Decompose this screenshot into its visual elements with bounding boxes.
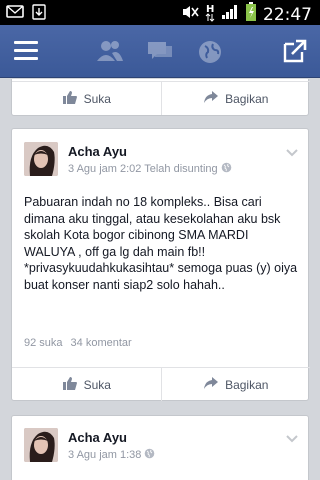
share-arrow-icon [203, 90, 219, 107]
chevron-down-icon[interactable] [286, 430, 298, 448]
like-button[interactable]: Suka [12, 368, 161, 401]
post-actions: Suka Bagikan [12, 81, 310, 115]
status-left-icons [6, 4, 46, 25]
news-feed: Suka Bagikan Acha Ayu 3 Agu jam 2:02 Tel… [0, 79, 320, 480]
like-label: Suka [83, 377, 111, 392]
network-label: H [206, 4, 214, 15]
post-card-previous: Suka Bagikan [11, 79, 310, 116]
share-label: Bagikan [225, 377, 269, 392]
like-count[interactable]: 92 suka [24, 337, 63, 349]
download-icon [32, 4, 46, 25]
facebook-top-bar [0, 25, 320, 78]
post-card: Acha Ayu 3 Agu jam 2:02 Telah disunting … [11, 128, 310, 401]
post-meta-text: 3 Agu jam 2:02 Telah disunting [68, 163, 218, 175]
thumbs-up-icon [62, 376, 78, 394]
avatar[interactable] [24, 428, 58, 462]
status-right-icons: H 22:47 [181, 2, 312, 27]
status-time: 22:47 [263, 4, 312, 25]
share-button[interactable]: Bagikan [160, 82, 311, 115]
like-button[interactable]: Suka [12, 82, 161, 115]
share-arrow-icon [203, 376, 219, 393]
battery-charging-icon [245, 2, 257, 27]
post-timestamp[interactable]: 3 Agu jam 1:38 [68, 448, 155, 462]
post-meta-text: 3 Agu jam 1:38 [68, 449, 142, 461]
sms-icon [6, 5, 24, 24]
post-author[interactable]: Acha Ayu [68, 144, 127, 159]
avatar[interactable] [24, 142, 58, 176]
hspa-icon: H [205, 2, 215, 27]
status-bar: H 22:47 [0, 0, 320, 25]
messages-icon[interactable] [146, 39, 174, 68]
post-author[interactable]: Acha Ayu [68, 430, 127, 445]
share-icon[interactable] [282, 38, 308, 69]
globe-privacy-icon [221, 162, 232, 176]
share-button[interactable]: Bagikan [160, 368, 311, 401]
comment-count[interactable]: 34 komentar [71, 337, 132, 349]
post-stats: 92 suka 34 komentar [24, 337, 132, 349]
signal-icon [221, 4, 239, 25]
globe-privacy-icon [144, 448, 155, 462]
post-text: Pabuaran indah no 18 kompleks.. Bisa car… [24, 195, 298, 292]
like-label: Suka [83, 91, 111, 106]
menu-icon[interactable] [14, 41, 38, 61]
globe-icon[interactable] [197, 39, 223, 70]
post-card-next: Acha Ayu 3 Agu jam 1:38 [11, 415, 309, 480]
post-actions: Suka Bagikan [12, 367, 310, 401]
chevron-down-icon[interactable] [286, 144, 298, 162]
mute-icon [181, 4, 199, 25]
thumbs-up-icon [62, 90, 78, 108]
post-timestamp[interactable]: 3 Agu jam 2:02 Telah disunting [68, 162, 232, 176]
share-label: Bagikan [225, 91, 269, 106]
friends-icon[interactable] [96, 39, 124, 68]
